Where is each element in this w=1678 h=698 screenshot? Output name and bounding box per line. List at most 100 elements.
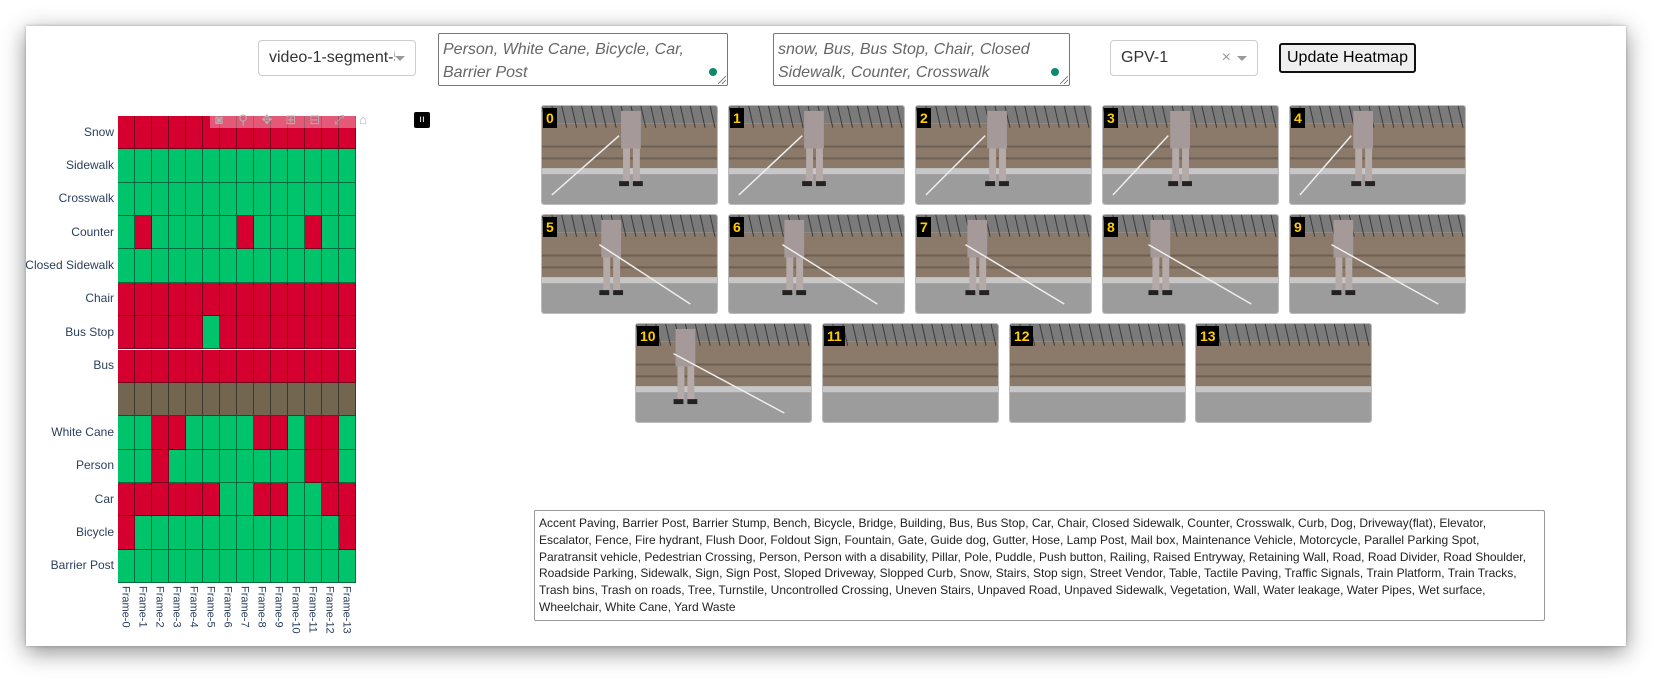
home-icon[interactable]: ⌂ [354, 111, 372, 129]
heatmap-cell[interactable] [271, 316, 288, 350]
objects-list-textarea[interactable]: Accent Paving, Barrier Post, Barrier Stu… [534, 510, 1545, 621]
heatmap-cell[interactable] [237, 349, 254, 383]
heatmap-cell[interactable] [169, 382, 186, 417]
heatmap-cell[interactable] [322, 149, 339, 183]
heatmap-cell[interactable] [169, 182, 186, 217]
heatmap-cell[interactable] [322, 249, 339, 283]
heatmap-cell[interactable] [118, 182, 135, 217]
heatmap-cell[interactable] [169, 216, 186, 250]
heatmap-cell[interactable] [152, 316, 169, 350]
heatmap-cell[interactable] [288, 216, 305, 250]
frame-thumbnail[interactable]: 6 [728, 214, 905, 314]
heatmap-cell[interactable] [135, 182, 152, 217]
heatmap-cell[interactable] [339, 349, 356, 383]
heatmap-cell[interactable] [322, 416, 339, 450]
zoom-out-icon[interactable]: ⊟ [306, 111, 324, 129]
heatmap-grid[interactable] [118, 116, 356, 583]
heatmap-cell[interactable] [322, 316, 339, 350]
resize-handle-icon[interactable] [1060, 76, 1068, 84]
heatmap-cell[interactable] [237, 216, 254, 250]
heatmap-cell[interactable] [169, 349, 186, 383]
heatmap-cell[interactable] [169, 249, 186, 283]
heatmap-cell[interactable] [186, 516, 203, 550]
heatmap-cell[interactable] [237, 482, 254, 517]
frame-thumbnail[interactable]: 13 [1195, 323, 1372, 423]
heatmap-cell[interactable] [305, 182, 322, 217]
heatmap-cell[interactable] [254, 516, 271, 550]
segment-dropdown[interactable]: video-1-segment-5 [258, 40, 416, 76]
heatmap-cell[interactable] [118, 249, 135, 283]
heatmap-cell[interactable] [203, 549, 220, 583]
heatmap-cell[interactable] [254, 382, 271, 417]
frame-thumbnail[interactable]: 0 [541, 105, 718, 205]
heatmap-cell[interactable] [152, 416, 169, 450]
heatmap-cell[interactable] [322, 516, 339, 550]
heatmap-cell[interactable] [118, 416, 135, 450]
heatmap-cell[interactable] [339, 249, 356, 283]
heatmap-cell[interactable] [288, 416, 305, 450]
heatmap-cell[interactable] [186, 549, 203, 583]
heatmap-cell[interactable] [339, 316, 356, 350]
clear-icon[interactable]: × [1222, 49, 1231, 67]
heatmap-cell[interactable] [254, 349, 271, 383]
plotly-logo-icon[interactable]: ıı [414, 112, 430, 128]
heatmap-cell[interactable] [322, 216, 339, 250]
zoom-in-icon[interactable]: ⊞ [282, 111, 300, 129]
heatmap-cell[interactable] [339, 282, 356, 317]
heatmap-cell[interactable] [237, 249, 254, 283]
heatmap-cell[interactable] [220, 549, 237, 583]
heatmap-cell[interactable] [220, 482, 237, 517]
heatmap-cell[interactable] [118, 316, 135, 350]
frame-thumbnail[interactable]: 1 [728, 105, 905, 205]
heatmap-cell[interactable] [135, 249, 152, 283]
frame-thumbnail[interactable]: 4 [1289, 105, 1466, 205]
heatmap-cell[interactable] [186, 449, 203, 483]
heatmap-cell[interactable] [271, 549, 288, 583]
heatmap-cell[interactable] [288, 182, 305, 217]
heatmap-cell[interactable] [237, 149, 254, 183]
heatmap-cell[interactable] [203, 382, 220, 417]
heatmap-cell[interactable] [254, 216, 271, 250]
heatmap-cell[interactable] [203, 516, 220, 550]
heatmap-cell[interactable] [186, 116, 203, 150]
heatmap-cell[interactable] [271, 149, 288, 183]
frame-thumbnail[interactable]: 5 [541, 214, 718, 314]
frame-thumbnail[interactable]: 2 [915, 105, 1092, 205]
heatmap-cell[interactable] [186, 416, 203, 450]
heatmap-cell[interactable] [271, 249, 288, 283]
heatmap-cell[interactable] [339, 382, 356, 417]
heatmap-cell[interactable] [288, 516, 305, 550]
heatmap-cell[interactable] [271, 482, 288, 517]
heatmap-cell[interactable] [169, 282, 186, 317]
heatmap-cell[interactable] [305, 382, 322, 417]
heatmap-cell[interactable] [135, 482, 152, 517]
heatmap-cell[interactable] [254, 316, 271, 350]
heatmap-cell[interactable] [169, 482, 186, 517]
heatmap-cell[interactable] [288, 316, 305, 350]
heatmap-cell[interactable] [203, 182, 220, 217]
heatmap-cell[interactable] [288, 449, 305, 483]
heatmap-cell[interactable] [339, 482, 356, 517]
heatmap-cell[interactable] [288, 349, 305, 383]
heatmap-cell[interactable] [169, 149, 186, 183]
heatmap-cell[interactable] [271, 516, 288, 550]
heatmap-cell[interactable] [135, 316, 152, 350]
heatmap-cell[interactable] [237, 282, 254, 317]
heatmap-cell[interactable] [254, 482, 271, 517]
heatmap-cell[interactable] [118, 482, 135, 517]
heatmap-cell[interactable] [203, 249, 220, 283]
heatmap-cell[interactable] [254, 449, 271, 483]
heatmap-cell[interactable] [186, 249, 203, 283]
model-dropdown[interactable]: GPV-1 × [1110, 40, 1258, 76]
heatmap-cell[interactable] [305, 482, 322, 517]
heatmap-cell[interactable] [152, 249, 169, 283]
objects-input[interactable]: Person, White Cane, Bicycle, Car, Barrie… [438, 33, 728, 86]
heatmap-cell[interactable] [220, 149, 237, 183]
heatmap-cell[interactable] [322, 449, 339, 483]
heatmap-cell[interactable] [135, 382, 152, 417]
heatmap-cell[interactable] [305, 316, 322, 350]
heatmap-cell[interactable] [305, 516, 322, 550]
heatmap-cell[interactable] [237, 416, 254, 450]
zoom-icon[interactable]: ⚲ [234, 111, 252, 129]
frame-thumbnail[interactable]: 9 [1289, 214, 1466, 314]
